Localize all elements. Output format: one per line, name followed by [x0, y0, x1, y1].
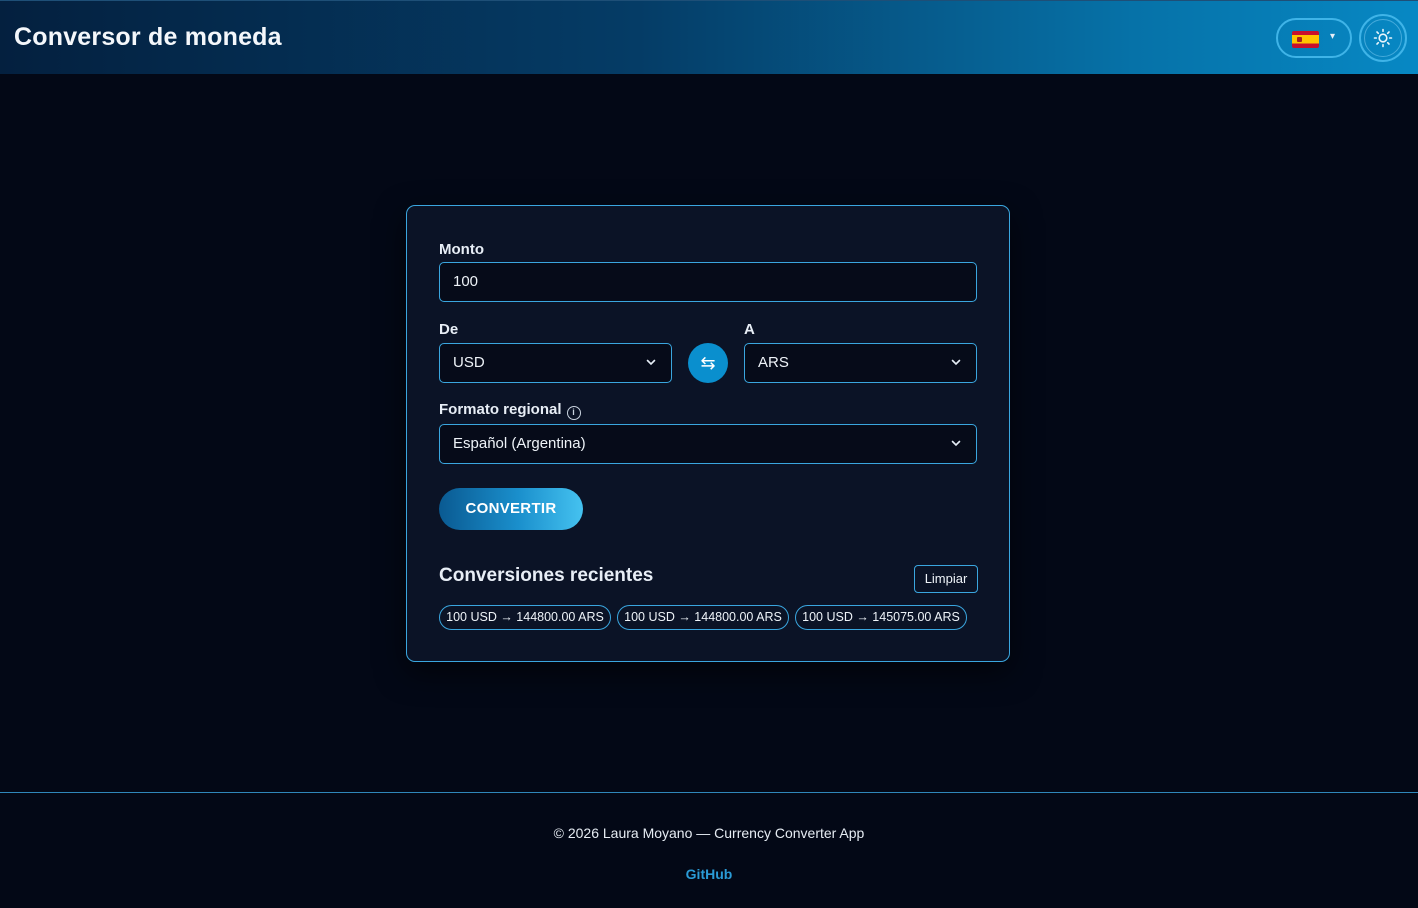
locale-select[interactable]: Español (Argentina) — [439, 424, 977, 464]
locale-value: Español (Argentina) — [453, 435, 586, 452]
locale-label-text: Formato regional — [439, 401, 562, 418]
to-label: A — [744, 321, 755, 338]
language-selector-button[interactable]: ▾ — [1276, 18, 1352, 58]
github-link-text[interactable]: GitHub — [686, 866, 733, 882]
recent-conversion-chip[interactable]: 100 USD → 145075.00 ARS — [795, 605, 967, 630]
recent-conversions-title: Conversiones recientes — [439, 565, 654, 586]
caret-down-icon: ▾ — [1330, 31, 1336, 42]
spain-flag-icon — [1292, 31, 1319, 48]
locale-label: Formato regional i — [439, 401, 581, 420]
github-link: GitHub — [0, 866, 1418, 882]
top-bar: Conversor de moneda ▾ — [0, 0, 1418, 74]
convert-button[interactable]: CONVERTIR — [439, 488, 583, 530]
footer-divider — [0, 792, 1418, 793]
footer-copyright: © 2026 Laura Moyano — Currency Converter… — [553, 825, 865, 841]
from-currency-value: USD — [453, 354, 485, 371]
clear-history-button[interactable]: Limpiar — [914, 565, 978, 593]
converter-card: Monto 100 De USD ⇆ A ARS Formato regiona… — [406, 205, 1010, 662]
swap-arrows-icon: ⇆ — [700, 353, 716, 373]
to-currency-value: ARS — [758, 354, 789, 371]
theme-toggle-button[interactable] — [1359, 14, 1407, 62]
swap-currencies-button[interactable]: ⇆ — [688, 343, 728, 383]
amount-label: Monto — [439, 241, 484, 258]
chevron-down-icon — [951, 440, 961, 447]
from-currency-select[interactable]: USD — [439, 343, 672, 383]
sun-icon — [1373, 28, 1393, 48]
to-currency-select[interactable]: ARS — [744, 343, 977, 383]
chevron-down-icon — [951, 359, 961, 366]
from-label: De — [439, 321, 459, 338]
recent-conversion-chip[interactable]: 100 USD → 144800.00 ARS — [439, 605, 611, 630]
info-icon[interactable]: i — [566, 406, 581, 420]
recent-conversion-chip[interactable]: 100 USD → 144800.00 ARS — [617, 605, 789, 630]
app-title: Conversor de moneda — [14, 23, 282, 51]
chevron-down-icon — [646, 359, 656, 366]
amount-value: 100 — [453, 273, 479, 290]
amount-input[interactable]: 100 — [439, 262, 977, 302]
